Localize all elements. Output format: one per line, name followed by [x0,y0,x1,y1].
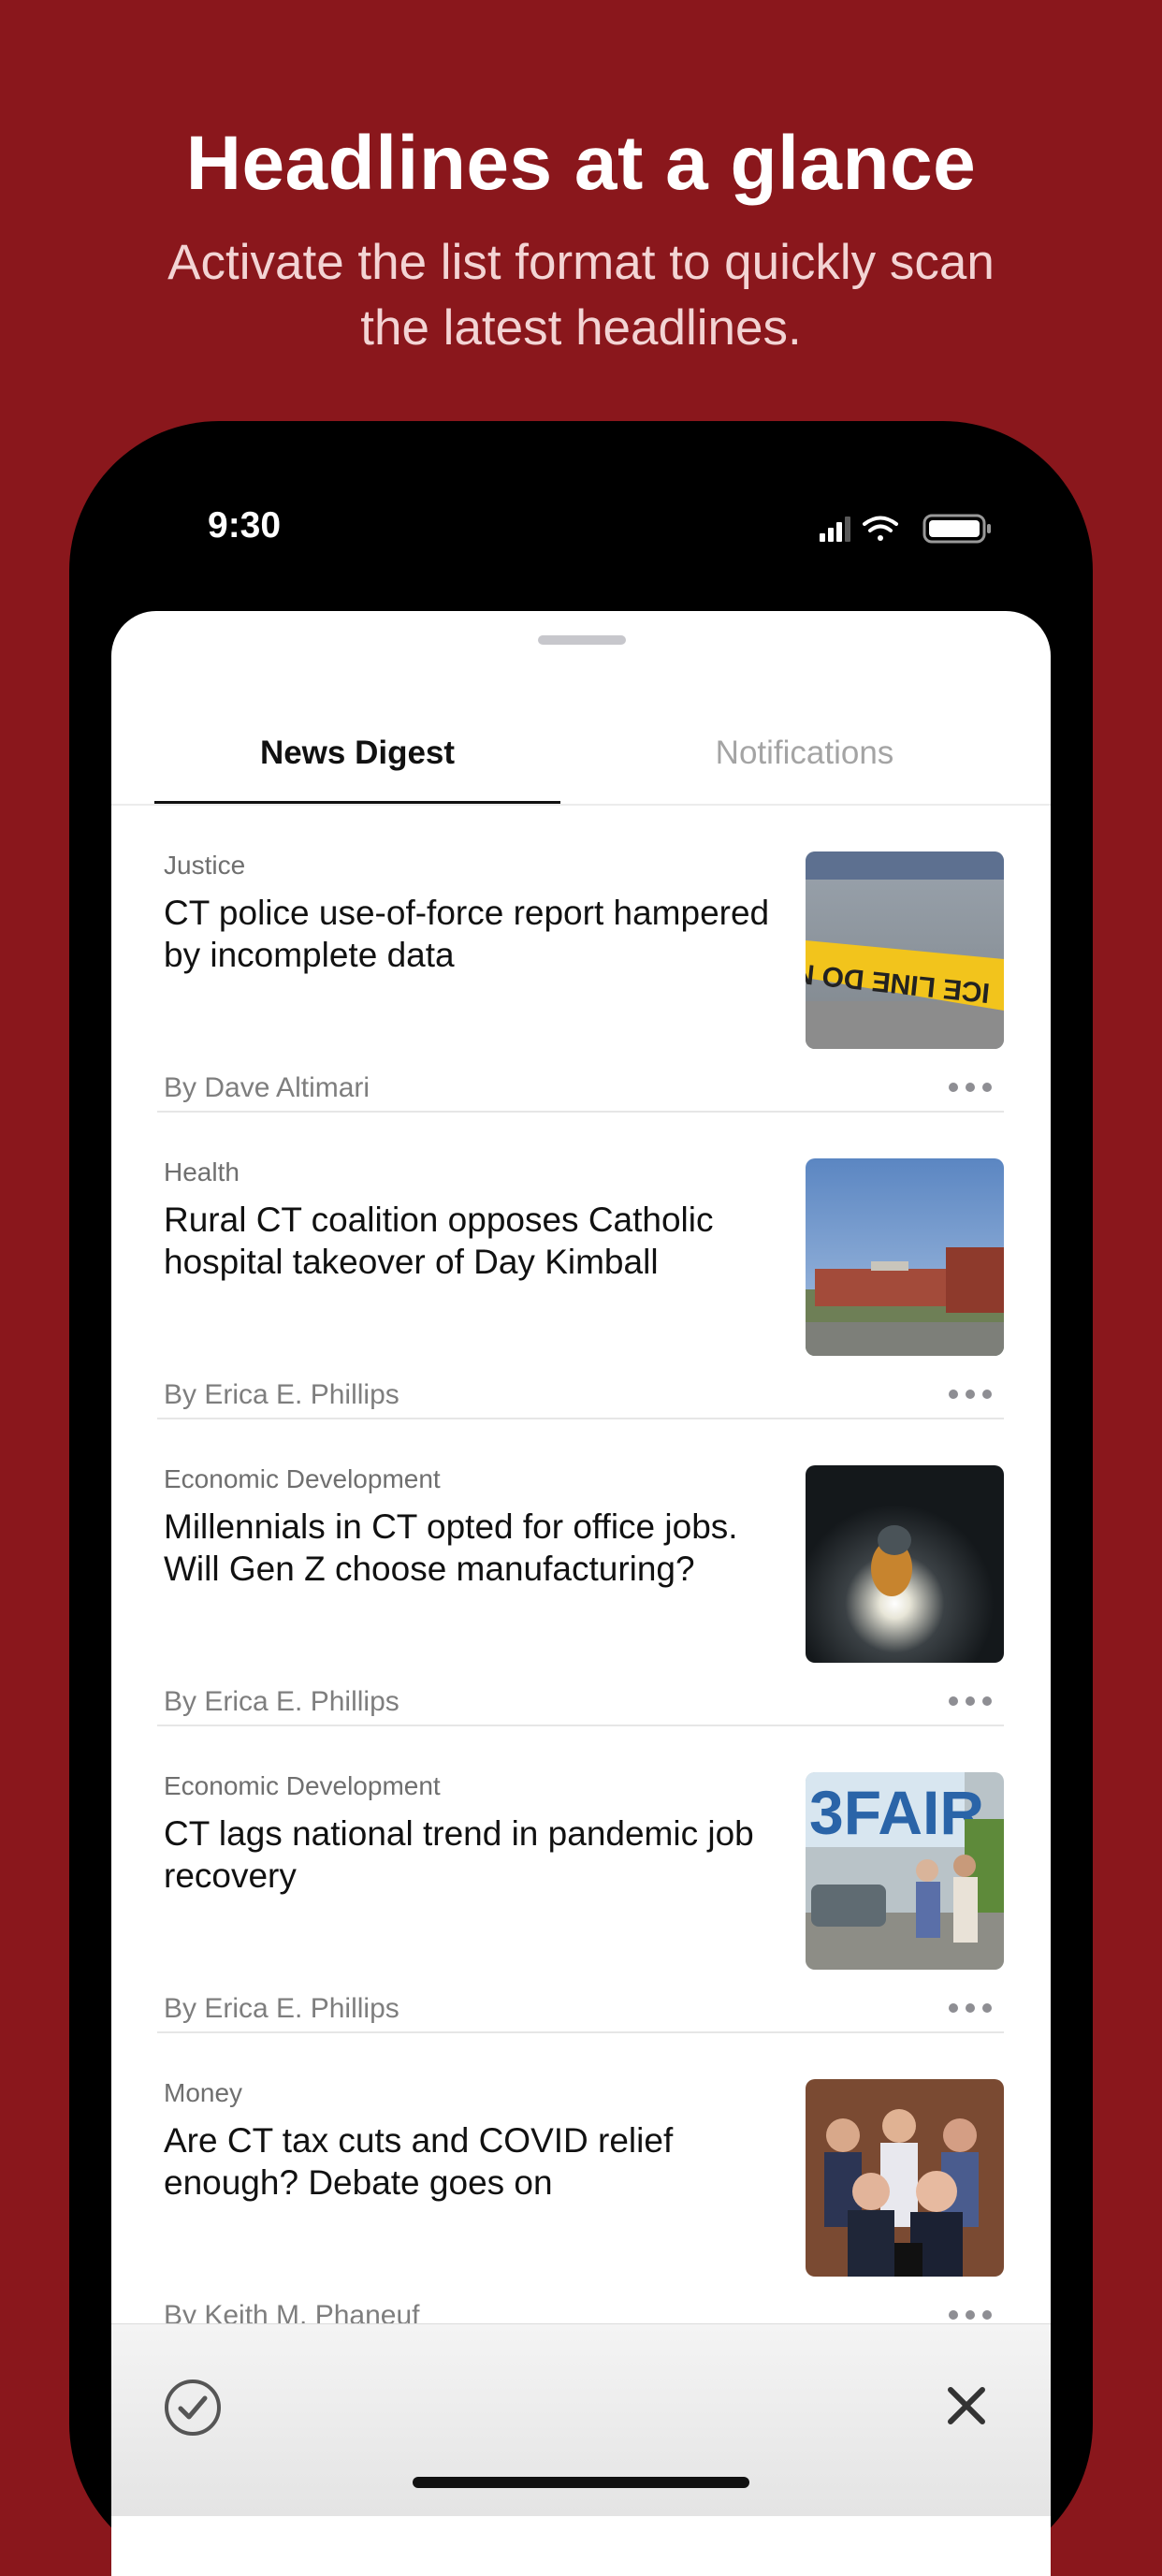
news-sheet: News Digest Notifications Justice CT pol… [111,611,1051,2576]
article-category: Justice [164,851,246,880]
status-time: 9:30 [208,505,282,546]
close-icon[interactable] [943,2382,990,2429]
article-title[interactable]: CT police use-of-force report hampered b… [164,892,781,976]
press-conference-photo[interactable] [806,2079,1004,2277]
article-category: Money [164,2078,243,2107]
status-icons [820,514,991,544]
hospital-building-photo[interactable] [806,1158,1004,1356]
promo-subtitle: Activate the list format to quickly scan… [167,235,995,356]
more-options-icon[interactable] [947,1695,994,1708]
article-byline: By Erica E. Phillips [164,1379,399,1410]
checkmark-circle-icon[interactable] [163,2378,223,2438]
home-indicator [413,2477,749,2488]
more-options-icon[interactable] [947,1081,994,1094]
tab-notifications[interactable]: Notifications [602,735,1008,772]
article-title[interactable]: Rural CT coalition opposes Catholic hosp… [164,1199,781,1283]
article-byline: By Erica E. Phillips [164,1686,399,1717]
article-row[interactable]: Justice CT police use-of-force report ha… [111,806,1051,1113]
more-options-icon[interactable] [947,1388,994,1401]
article-row[interactable]: Economic Development Millennials in CT o… [111,1419,1051,1726]
article-title[interactable]: Are CT tax cuts and COVID relief enough?… [164,2119,781,2204]
article-list: Justice CT police use-of-force report ha… [111,806,1051,2340]
wifi-icon [863,516,898,541]
job-fair-photo[interactable]: 3FAIR [806,1772,1004,1970]
svg-text:3FAIR: 3FAIR [809,1778,984,1847]
article-title[interactable]: CT lags national trend in pandemic job r… [164,1812,781,1897]
article-category: Economic Development [164,1464,441,1493]
sheet-grabber[interactable] [538,635,626,645]
bottom-toolbar [111,2323,1051,2516]
more-options-icon[interactable] [947,2308,994,2321]
article-row[interactable]: Economic Development CT lags national tr… [111,1726,1051,2033]
article-byline: By Dave Altimari [164,1072,370,1103]
article-title[interactable]: Millennials in CT opted for office jobs.… [164,1506,781,1590]
cellular-signal-icon [820,517,850,542]
promo-title: Headlines at a glance [185,121,977,206]
tab-news-digest[interactable]: News Digest [154,735,560,772]
article-category: Economic Development [164,1771,441,1800]
more-options-icon[interactable] [947,2001,994,2015]
welder-photo[interactable] [806,1465,1004,1663]
police-tape-photo[interactable]: ICE LINE DO NOT [806,851,1004,1049]
article-row[interactable]: Health Rural CT coalition opposes Cathol… [111,1113,1051,1419]
battery-icon [922,514,991,544]
article-byline: By Erica E. Phillips [164,1993,399,2024]
article-category: Health [164,1157,240,1186]
article-row[interactable]: Money Are CT tax cuts and COVID relief e… [111,2033,1051,2340]
